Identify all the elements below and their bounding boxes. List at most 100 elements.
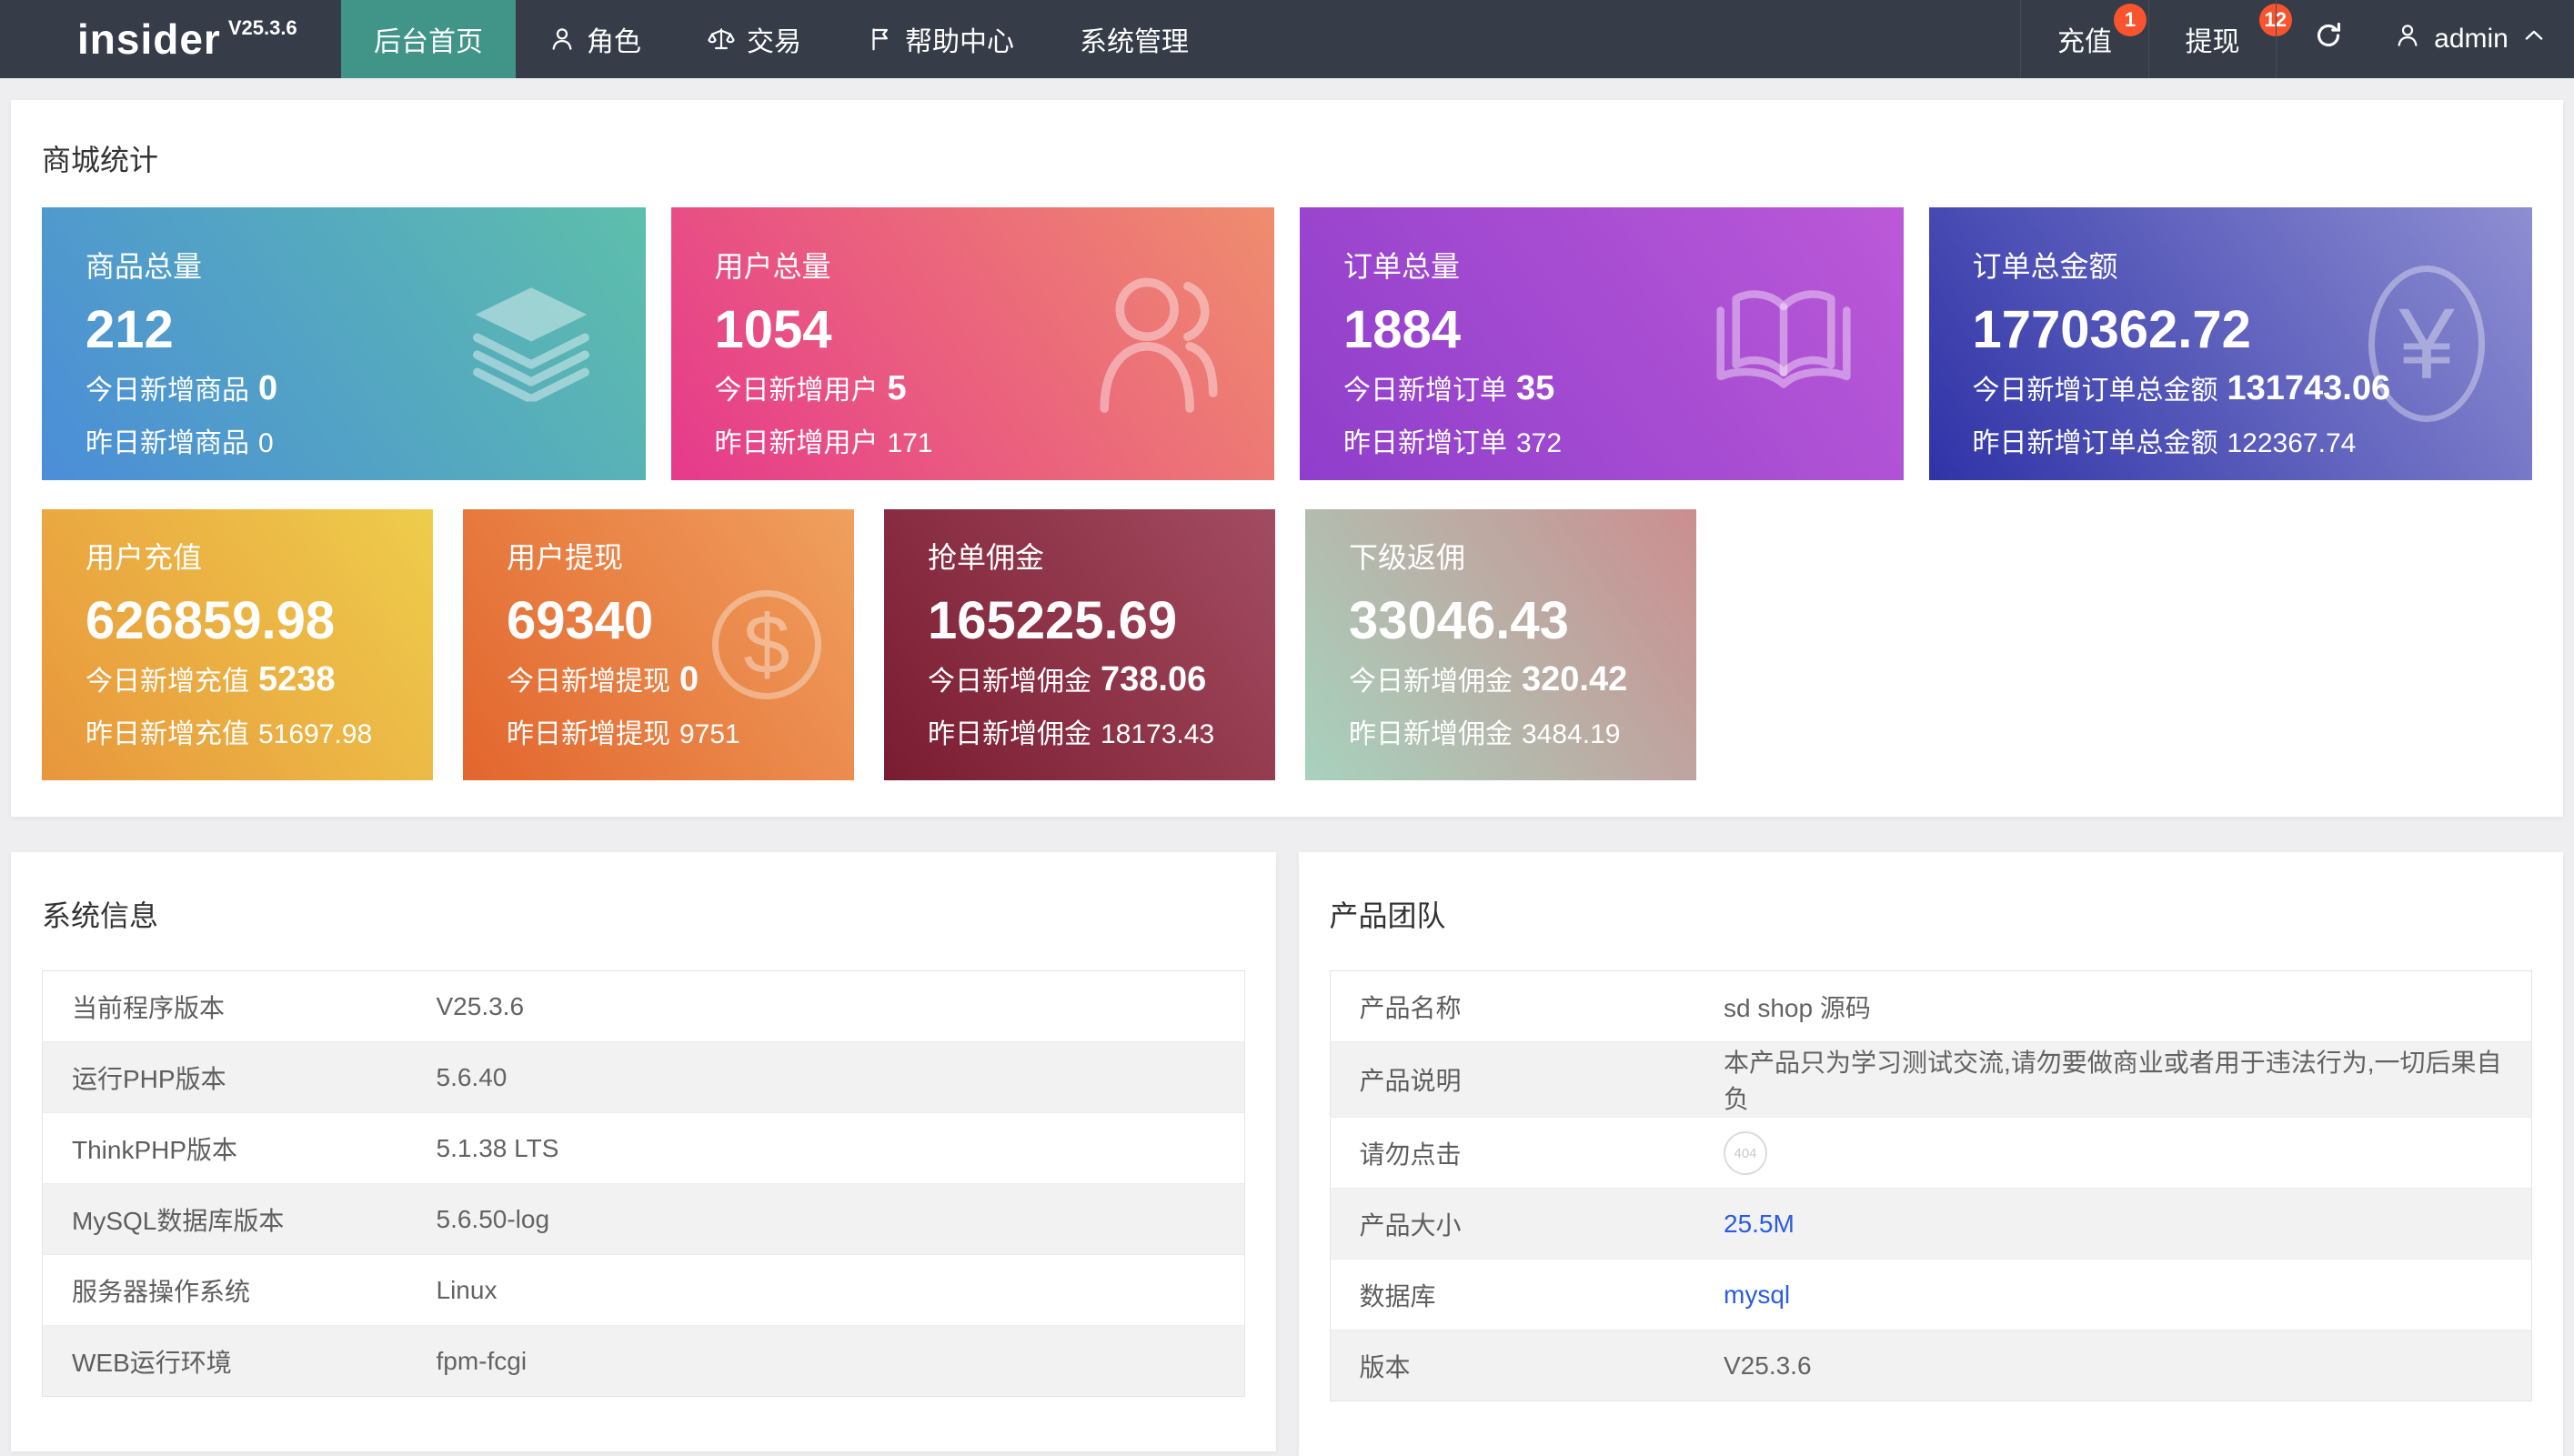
scales-icon [707,25,736,54]
card-yesterday-line: 昨日新增佣金 3484.19 [1349,714,1696,756]
card-value: 33046.43 [1349,587,1696,655]
card-today-line: 今日新增佣金 320.42 [1349,658,1696,703]
system-info-table: 当前程序版本V25.3.6 运行PHP版本5.6.40 ThinkPHP版本5.… [42,970,1245,1397]
yesterday-value: 3484.19 [1522,719,1620,749]
stat-card-user-recharge: 用户充值 626859.98 今日新增充值5238 昨日新增充值51697.98… [42,509,433,780]
table-row: WEB运行环境fpm-fcgi [43,1326,1245,1397]
yesterday-label: 昨日新增佣金 [1349,719,1513,749]
product-team-table: 产品名称sd shop 源码 产品说明本产品只为学习测试交流,请勿要做商业或者用… [1330,970,2533,1401]
menu-item-transactions[interactable]: 交易 [674,0,834,78]
refresh-button[interactable] [2276,0,2379,78]
menu-item-label: 交易 [747,19,801,59]
stat-card-orders-total: 订单总量 1884 今日新增订单35 昨日新增订单372 [1300,207,1904,480]
today-value: 320.42 [1522,660,1627,698]
today-label: 今日新增用户 [715,376,879,406]
row-label: 服务器操作系统 [43,1255,436,1326]
yesterday-label: 昨日新增订单总金额 [1973,428,2218,458]
today-value: 131743.06 [2227,369,2391,407]
flag-icon [867,25,894,53]
product-team-title: 产品团队 [1330,898,2533,934]
card-yesterday-line: 昨日新增订单总金额122367.74 [1973,423,2533,465]
menu-item-label: 帮助中心 [905,19,1014,59]
row-label: 产品说明 [1330,1042,1723,1118]
table-row: 版本V25.3.6 [1330,1330,2532,1401]
yesterday-label: 昨日新增佣金 [928,719,1091,749]
today-value: 5238 [258,660,336,698]
card-yesterday-line: 昨日新增商品 0 [85,423,646,465]
row-value: V25.3.6 [1723,1330,2532,1401]
nav-actions: 充值 1 提现 12 admin [2020,0,2574,78]
today-label: 今日新增充值 [85,667,249,697]
today-value: 35 [1516,369,1554,407]
card-value: 165225.69 [928,587,1275,655]
yesterday-value: 18173.43 [1101,719,1214,749]
card-yesterday-line: 昨日新增订单 372 [1343,423,1904,465]
yuan-coin-icon: ¥ [2368,266,2485,422]
card-title: 用户充值 [85,538,433,577]
card-yesterday-line: 昨日新增佣金 18173.43 [928,714,1275,756]
row-value: 5.1.38 LTS [436,1113,1245,1184]
menu-item-roles[interactable]: 角色 [516,0,674,78]
app-logo: insider V25.3.6 [77,0,341,78]
yesterday-label: 昨日新增商品 [85,428,249,458]
database-link[interactable]: mysql [1724,1280,1790,1309]
today-label: 今日新增佣金 [1349,667,1513,697]
recharge-badge: 1 [2114,4,2147,36]
row-value: 5.6.40 [436,1042,1245,1113]
row-label: MySQL数据库版本 [43,1184,436,1255]
withdraw-button[interactable]: 提现 12 [2148,0,2276,78]
row-value: Linux [436,1255,1245,1326]
stat-card-products-total: 商品总量 212 今日新增商品0 昨日新增商品0 [42,207,646,480]
app-logo-text: insider [77,15,221,64]
today-label: 今日新增商品 [85,376,249,406]
info-panels: 系统信息 当前程序版本V25.3.6 运行PHP版本5.6.40 ThinkPH… [11,852,2563,1456]
today-label: 今日新增订单总金额 [1973,376,2218,406]
row-value: 本产品只为学习测试交流,请勿要做商业或者用于违法行为,一切后果自负 [1723,1042,2532,1118]
menu-item-system-settings[interactable]: 系统管理 [1047,0,1222,78]
menu-item-label: 后台首页 [374,19,483,59]
stat-card-downline-rebate: 下级返佣 33046.43 今日新增佣金 320.42 昨日新增佣金 3484.19… [1305,509,1696,780]
yesterday-label: 昨日新增充值 [85,719,249,749]
404-badge[interactable]: 404 [1724,1131,1767,1175]
user-icon [548,25,576,53]
yesterday-label: 昨日新增订单 [1343,428,1507,458]
table-row: 产品大小25.5M [1330,1189,2532,1260]
layers-icon [464,282,598,407]
row-value: 5.6.50-log [436,1184,1245,1255]
stats-panel-title: 商城统计 [42,140,2532,180]
table-row: 运行PHP版本5.6.40 [43,1042,1245,1113]
menu-item-label: 角色 [587,19,641,59]
today-value: 738.06 [1101,660,1206,698]
table-row: MySQL数据库版本5.6.50-log [43,1184,1245,1255]
row-label: ThinkPHP版本 [43,1113,436,1184]
main-menu: 后台首页 角色 交易 帮助中心 系统管理 [341,0,1222,78]
yesterday-value: 372 [1516,428,1562,458]
table-row: 服务器操作系统Linux [43,1255,1245,1326]
yesterday-value: 0 [258,428,274,458]
recharge-button[interactable]: 充值 1 [2020,0,2148,78]
menu-item-dashboard[interactable]: 后台首页 [341,0,516,78]
row-label: WEB运行环境 [43,1326,436,1397]
card-today-line: 今日新增佣金738.06 [928,658,1275,703]
table-row: 数据库mysql [1330,1260,2532,1330]
yesterday-label: 昨日新增提现 [507,719,670,749]
card-value: 626859.98 [85,587,433,655]
today-label: 今日新增提现 [507,667,670,697]
menu-item-label: 系统管理 [1080,19,1189,59]
chevron-up-icon [2521,23,2547,55]
stat-card-orders-amount: 订单总金额 1770362.72 今日新增订单总金额131743.06 昨日新增… [1929,207,2533,480]
dollar-coin-icon: $ [712,590,821,699]
card-yesterday-line: 昨日新增用户171 [715,423,1275,465]
username: admin [2434,24,2509,55]
user-menu[interactable]: admin [2379,0,2574,78]
card-today-line: 今日新增充值 5238 [85,658,433,703]
top-nav-bar: insider V25.3.6 后台首页 角色 交易 帮助中心 系统管理 [0,0,2574,78]
system-info-title: 系统信息 [42,898,1245,934]
stat-card-order-commission: 抢单佣金 165225.69 今日新增佣金738.06 昨日新增佣金18173.… [884,509,1275,780]
row-value: V25.3.6 [436,971,1245,1042]
row-label: 版本 [1330,1330,1723,1401]
product-size-link[interactable]: 25.5M [1724,1210,1795,1238]
menu-item-help-center[interactable]: 帮助中心 [834,0,1047,78]
card-title: 下级返佣 [1349,538,1696,577]
row-label: 当前程序版本 [43,971,436,1042]
